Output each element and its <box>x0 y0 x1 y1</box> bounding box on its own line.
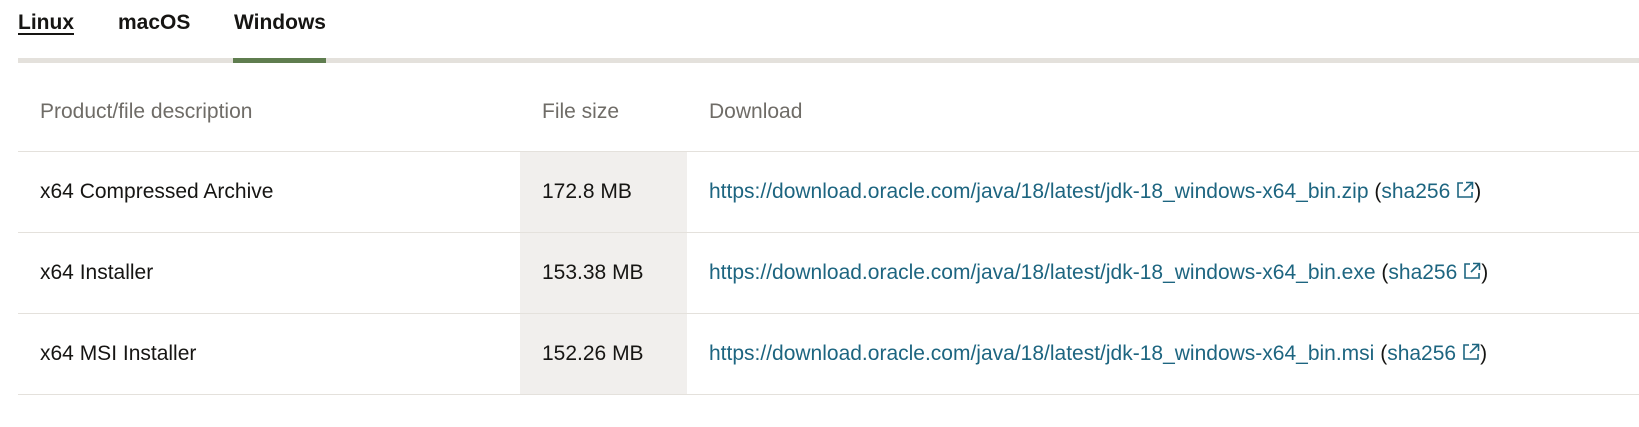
table-row: x64 Compressed Archive 172.8 MB https://… <box>18 151 1639 233</box>
column-header-file-size: File size <box>520 72 687 152</box>
sha256-link[interactable]: sha256 <box>1387 342 1480 365</box>
tab-windows[interactable]: Windows <box>234 10 326 36</box>
sha256-label: sha256 <box>1381 180 1451 203</box>
file-description: x64 Compressed Archive <box>18 151 520 233</box>
sha256-label: sha256 <box>1387 342 1457 365</box>
column-header-download: Download <box>687 72 1639 152</box>
downloads-table: Product/file description File size Downl… <box>18 72 1639 395</box>
tab-linux[interactable]: Linux <box>18 10 74 36</box>
file-description: x64 MSI Installer <box>18 313 520 395</box>
table-header-row: Product/file description File size Downl… <box>18 72 1639 152</box>
file-size: 153.38 MB <box>520 232 687 314</box>
file-size: 152.26 MB <box>520 313 687 395</box>
file-description: x64 Installer <box>18 232 520 314</box>
close-paren: ) <box>1481 261 1489 284</box>
download-cell: https://download.oracle.com/java/18/late… <box>687 313 1639 395</box>
sha256-label: sha256 <box>1388 261 1458 284</box>
file-size: 172.8 MB <box>520 151 687 233</box>
table-row: x64 Installer 153.38 MB https://download… <box>18 232 1639 314</box>
download-cell: https://download.oracle.com/java/18/late… <box>687 232 1639 314</box>
column-header-description: Product/file description <box>18 72 520 152</box>
download-link[interactable]: https://download.oracle.com/java/18/late… <box>709 342 1374 365</box>
table-row: x64 MSI Installer 152.26 MB https://down… <box>18 313 1639 395</box>
sha256-link[interactable]: sha256 <box>1388 261 1481 284</box>
download-cell: https://download.oracle.com/java/18/late… <box>687 151 1639 233</box>
download-link[interactable]: https://download.oracle.com/java/18/late… <box>709 261 1376 284</box>
sha256-link[interactable]: sha256 <box>1381 180 1474 203</box>
external-link-icon <box>1462 343 1480 361</box>
external-link-icon <box>1456 181 1474 199</box>
download-link[interactable]: https://download.oracle.com/java/18/late… <box>709 180 1369 203</box>
close-paren: ) <box>1480 342 1488 365</box>
active-tab-indicator <box>233 58 326 63</box>
external-link-icon <box>1463 262 1481 280</box>
os-tabs: Linux macOS Windows <box>18 0 1639 63</box>
tab-macos[interactable]: macOS <box>118 10 190 36</box>
close-paren: ) <box>1474 180 1482 203</box>
